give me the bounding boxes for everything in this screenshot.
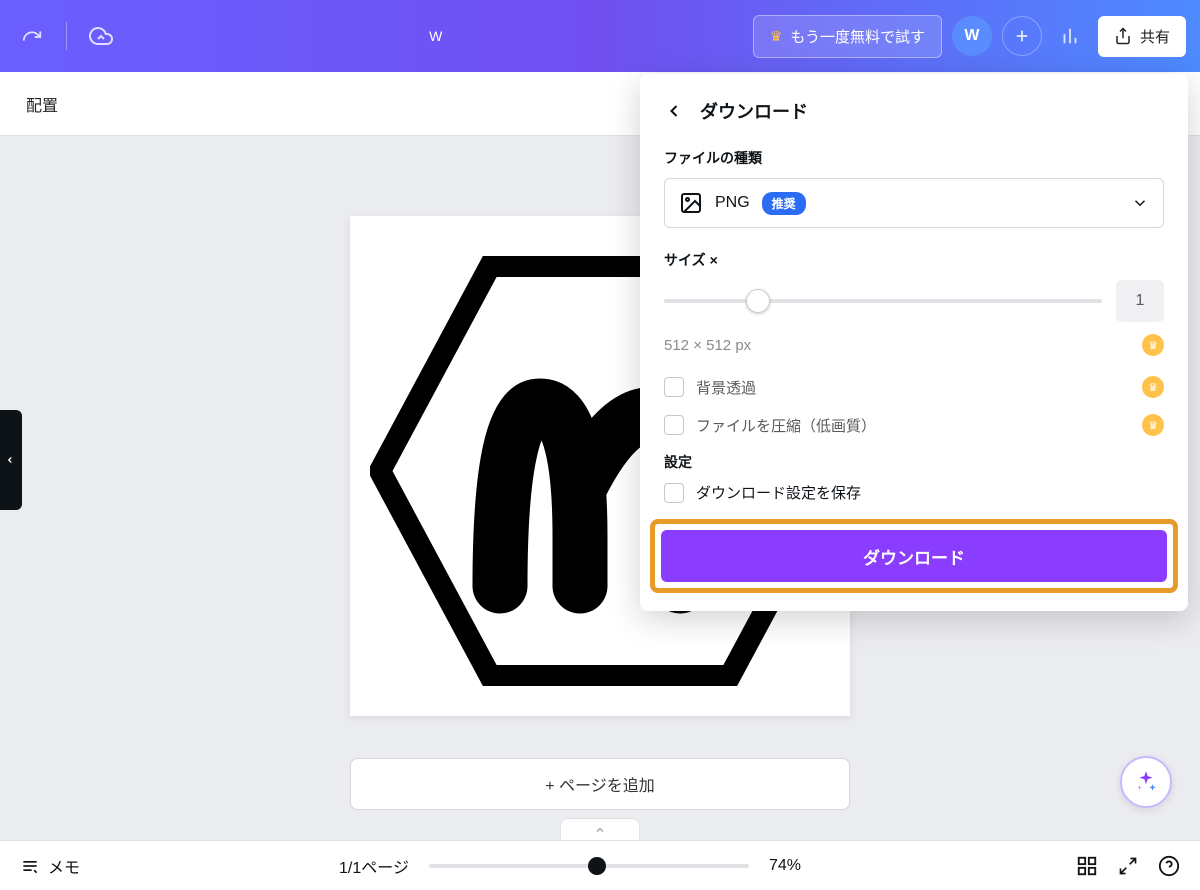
add-member-icon[interactable]	[1002, 16, 1042, 56]
save-settings-checkbox[interactable]	[664, 483, 684, 503]
recommended-badge: 推奨	[762, 192, 806, 215]
grid-view-icon[interactable]	[1076, 855, 1098, 877]
zoom-value[interactable]: 74%	[769, 857, 817, 875]
zoom-slider[interactable]	[429, 864, 749, 868]
share-label: 共有	[1140, 26, 1170, 47]
page-indicator[interactable]: 1/1ページ	[339, 854, 409, 878]
notes-label: メモ	[48, 854, 80, 878]
compress-checkbox[interactable]	[664, 415, 684, 435]
bottom-bar: メモ 1/1ページ 74%	[0, 840, 1200, 890]
cloud-sync-icon[interactable]	[83, 18, 119, 54]
sparkle-icon	[1133, 769, 1159, 795]
filetype-select[interactable]: PNG 推奨	[664, 178, 1164, 228]
analytics-icon[interactable]	[1052, 18, 1088, 54]
popup-title: ダウンロード	[700, 98, 808, 124]
download-button[interactable]: ダウンロード	[661, 530, 1167, 582]
top-toolbar: W ♛ もう一度無料で試す W 共有	[0, 0, 1200, 72]
document-title[interactable]: W	[127, 28, 745, 44]
user-avatar[interactable]: W	[952, 16, 992, 56]
transparent-bg-checkbox[interactable]	[664, 377, 684, 397]
filetype-label: ファイルの種類	[664, 148, 1164, 168]
notes-button[interactable]: メモ	[20, 854, 80, 878]
redo-icon[interactable]	[14, 18, 50, 54]
image-icon	[679, 191, 703, 215]
share-button[interactable]: 共有	[1098, 16, 1186, 57]
magic-assist-button[interactable]	[1120, 756, 1172, 808]
premium-badge-icon: ♛	[1142, 334, 1164, 356]
size-label: サイズ×	[664, 250, 1164, 270]
notes-icon	[20, 856, 40, 876]
trial-label: もう一度無料で試す	[790, 26, 925, 47]
compress-label: ファイルを圧縮（低画質）	[696, 415, 1130, 436]
divider	[66, 22, 67, 50]
dimensions-text: 512 × 512 px	[664, 337, 751, 354]
trial-button[interactable]: ♛ もう一度無料で試す	[753, 15, 942, 58]
settings-label: 設定	[664, 452, 1164, 472]
chevron-down-icon	[1131, 194, 1149, 212]
help-icon[interactable]	[1158, 855, 1180, 877]
fullscreen-icon[interactable]	[1118, 856, 1138, 876]
slider-handle[interactable]	[746, 289, 770, 313]
back-button[interactable]	[664, 101, 684, 121]
add-page-button[interactable]: + ページを追加	[350, 758, 850, 810]
size-value[interactable]: 1	[1116, 280, 1164, 322]
save-settings-label: ダウンロード設定を保存	[696, 482, 1164, 503]
download-popup: ダウンロード ファイルの種類 PNG 推奨 サイズ× 1 512 × 512 p…	[640, 74, 1188, 611]
position-label[interactable]: 配置	[26, 92, 58, 116]
size-slider[interactable]	[664, 299, 1102, 303]
sidebar-expand-tab[interactable]	[0, 410, 22, 510]
zoom-handle[interactable]	[588, 857, 606, 875]
transparent-bg-label: 背景透過	[696, 377, 1130, 398]
crown-icon: ♛	[770, 28, 783, 45]
premium-badge-icon: ♛	[1142, 414, 1164, 436]
filetype-value: PNG	[715, 194, 750, 212]
premium-badge-icon: ♛	[1142, 376, 1164, 398]
download-button-highlight: ダウンロード	[650, 519, 1178, 593]
page-tray-toggle[interactable]	[560, 818, 640, 840]
